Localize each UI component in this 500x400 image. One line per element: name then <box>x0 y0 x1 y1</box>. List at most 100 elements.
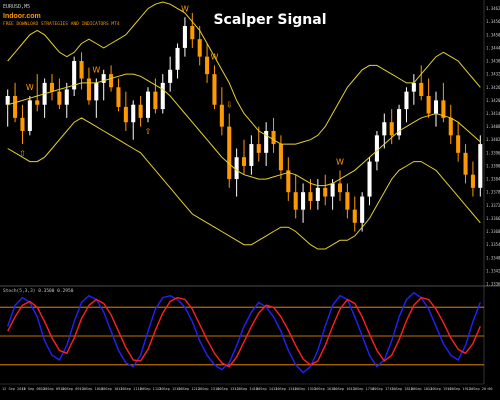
candle-body <box>153 91 158 110</box>
candle-body <box>433 100 439 114</box>
candle-body <box>448 117 453 136</box>
bollinger-bands-layer <box>7 1 481 250</box>
candle-body <box>49 82 55 92</box>
stoch-main-line <box>7 291 481 374</box>
candle-body <box>330 183 335 197</box>
signal-label: W <box>181 4 189 13</box>
signal-label: W <box>92 66 100 75</box>
price-tick-label: 1.3450 <box>486 32 500 37</box>
candle-body <box>308 192 313 201</box>
candle-body <box>301 192 306 210</box>
candle-body <box>241 157 247 166</box>
signal-label: ⇧ <box>19 149 26 158</box>
candle-body <box>411 82 416 92</box>
price-axis: 1.3462 1.3456 1.3450 1.3444 1.3438 1.3432 1.34… <box>483 0 500 384</box>
candle-body <box>123 106 128 123</box>
candle-body <box>219 104 224 127</box>
candle-body <box>160 82 165 110</box>
price-tick-label: 1.3420 <box>486 98 500 103</box>
candle-body <box>168 69 173 83</box>
candle-body <box>419 82 424 96</box>
candle-body <box>345 192 350 210</box>
candle-body <box>20 117 25 131</box>
candle-body <box>13 96 18 118</box>
candle-body <box>367 161 372 197</box>
price-tick-label: 1.3372 <box>486 203 500 208</box>
candle-body <box>323 187 328 197</box>
candle-body <box>315 187 320 201</box>
indicator-label: Stoch(5,3,3) 0.3500 0.2950 <box>3 288 74 294</box>
price-tick-label: 1.3360 <box>486 229 500 234</box>
candle-body <box>382 122 387 136</box>
price-tick-label: 1.3342 <box>486 268 500 273</box>
signal-label: W <box>26 83 34 92</box>
signal-label: W <box>211 52 219 61</box>
candle-body <box>463 152 468 175</box>
price-tick-label: 1.3414 <box>486 111 500 116</box>
candle-body <box>109 74 114 88</box>
brand-label: Indoor.com <box>3 13 41 20</box>
candle-body <box>5 96 10 105</box>
candle-body <box>249 144 254 166</box>
candle-body <box>116 87 121 107</box>
signal-label: ⇩ <box>226 100 233 109</box>
chart-container: W W W W W ⇧ ⇩ ⇧ 1.3462 1.3456 1.3450 1.3444 1.3438 1… <box>0 0 500 400</box>
candle-body <box>138 104 143 118</box>
signals-layer: W W W W W ⇧ ⇩ ⇧ <box>19 4 344 166</box>
price-tick-label: 1.3444 <box>486 45 500 50</box>
candle-body <box>470 174 475 188</box>
candles-layer <box>5 12 483 232</box>
candle-body <box>227 126 232 180</box>
candle-body <box>293 192 298 210</box>
candle-body <box>374 135 379 162</box>
bollinger-lower-line <box>7 117 481 250</box>
subtitle-label: FREE DOWNLOAD STRATEGIES AND INDICATORS … <box>3 21 120 27</box>
candle-body <box>182 26 187 48</box>
price-tick-label: 1.3366 <box>486 216 500 221</box>
candle-body <box>286 170 291 193</box>
price-tick-label: 1.3438 <box>486 59 500 64</box>
candle-body <box>271 130 276 145</box>
price-tick-label: 1.3456 <box>486 19 500 24</box>
symbol-label: EURUSD,M5 <box>3 4 30 10</box>
price-tick-label: 1.3348 <box>486 255 500 260</box>
price-tick-label: 1.3426 <box>486 85 500 90</box>
signal-label: W <box>336 157 344 166</box>
candle-body <box>94 82 99 101</box>
candle-body <box>145 91 151 118</box>
candle-body <box>352 209 357 223</box>
candle-body <box>79 61 84 79</box>
candle-body <box>57 91 62 105</box>
candle-body <box>234 157 239 180</box>
candle-body <box>278 144 283 171</box>
candle-body <box>389 122 394 136</box>
candle-body <box>456 135 461 153</box>
price-tick-label: 1.3396 <box>486 150 500 155</box>
candle-body <box>175 47 180 70</box>
candle-body <box>426 96 431 114</box>
price-tick-label: 1.3462 <box>486 6 500 11</box>
price-tick-label: 1.3432 <box>486 72 500 77</box>
candle-body <box>337 183 343 193</box>
time-tick-label: 12 Sep 20:00 <box>467 387 493 391</box>
time-axis: 12 Sep 201612 Sep 08:3012 Sep 09:0012 Se… <box>0 383 493 391</box>
candle-body <box>190 26 195 40</box>
chart-svg: WWWWW⇧⇩⇧ 1.34621.34561.34501.34441.34381… <box>0 0 500 391</box>
candle-body <box>205 56 210 75</box>
candle-body <box>86 78 91 101</box>
stoch-signal-line <box>7 296 481 368</box>
price-tick-label: 1.3378 <box>486 190 500 195</box>
price-tick-label: 1.3390 <box>486 163 500 168</box>
stochastic-layer <box>0 285 500 374</box>
watermark-title: Scalper Signal <box>213 12 326 28</box>
signal-label: ⇧ <box>145 127 152 136</box>
candle-body <box>212 74 217 105</box>
candle-body <box>64 89 69 105</box>
candle-body <box>27 100 32 131</box>
price-tick-label: 1.3408 <box>486 124 500 129</box>
price-tick-label: 1.3402 <box>486 137 500 142</box>
candle-body <box>478 144 483 188</box>
candle-body <box>131 104 136 123</box>
price-tick-label: 1.3384 <box>486 177 500 182</box>
candle-body <box>404 91 409 110</box>
